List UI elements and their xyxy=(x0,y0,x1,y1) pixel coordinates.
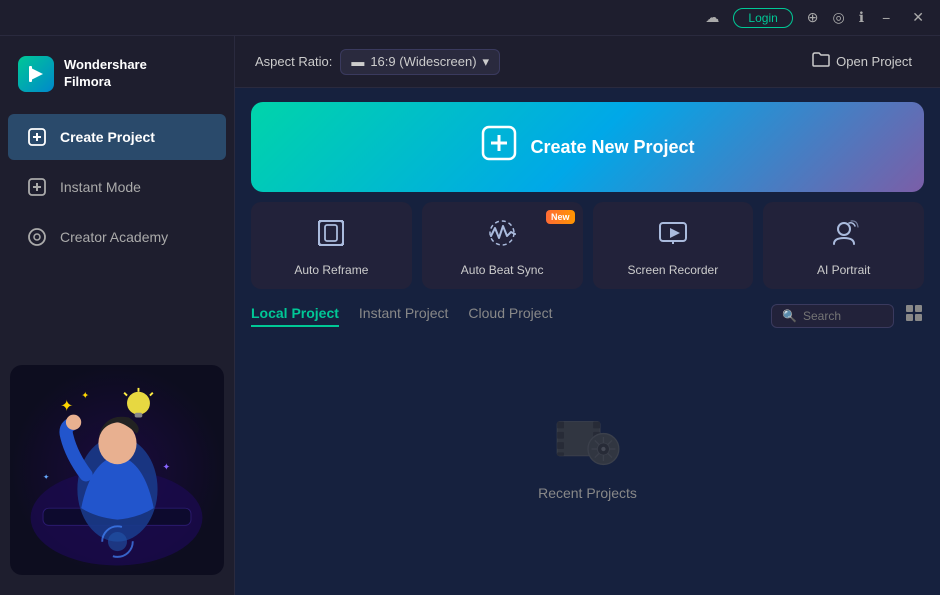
screen-recorder-icon xyxy=(658,218,688,255)
sidebar: Wondershare Filmora Create Project xyxy=(0,36,235,595)
tabs-list: Local Project Instant Project Cloud Proj… xyxy=(251,305,552,327)
content-area: Aspect Ratio: ▬ 16:9 (Widescreen) ▾ Open… xyxy=(235,36,940,595)
ai-portrait-icon xyxy=(829,218,859,255)
chevron-down-icon: ▾ xyxy=(483,54,490,70)
creator-academy-icon xyxy=(26,226,48,248)
illustration-background: ✦ ✦ ✦ ✦ xyxy=(10,365,224,575)
sidebar-illustration: ✦ ✦ ✦ ✦ xyxy=(0,355,234,585)
create-project-banner-icon xyxy=(480,124,518,170)
titlebar-icons: ☁ Login ⊕ ◎ ℹ − ✕ xyxy=(705,7,928,28)
feature-card-ai-portrait[interactable]: AI Portrait xyxy=(763,202,924,289)
feature-card-screen-recorder[interactable]: Screen Recorder xyxy=(593,202,754,289)
sidebar-item-instant-mode[interactable]: Instant Mode xyxy=(8,164,226,210)
empty-state: Recent Projects xyxy=(251,338,924,595)
recent-projects-label: Recent Projects xyxy=(538,485,637,501)
tabs-header: Local Project Instant Project Cloud Proj… xyxy=(251,303,924,328)
feature-cards: Auto Reframe New Auto Beat Sync xyxy=(251,202,924,289)
aspect-ratio-dropdown[interactable]: ▬ 16:9 (Widescreen) ▾ xyxy=(340,49,500,75)
sidebar-item-label-academy: Creator Academy xyxy=(60,229,168,245)
login-button[interactable]: Login xyxy=(733,8,792,28)
aspect-ratio-label: Aspect Ratio: xyxy=(255,54,332,69)
sidebar-item-creator-academy[interactable]: Creator Academy xyxy=(8,214,226,260)
ai-portrait-label: AI Portrait xyxy=(817,263,870,277)
create-new-project-banner[interactable]: Create New Project xyxy=(251,102,924,192)
sidebar-item-label-instant: Instant Mode xyxy=(60,179,141,195)
content-topbar: Aspect Ratio: ▬ 16:9 (Widescreen) ▾ Open… xyxy=(235,36,940,88)
folder-icon xyxy=(812,52,830,71)
auto-beat-sync-label: Auto Beat Sync xyxy=(461,263,544,277)
search-icon: 🔍 xyxy=(782,309,797,323)
tabs-section: Local Project Instant Project Cloud Proj… xyxy=(251,303,924,595)
headphone-icon[interactable]: ◎ xyxy=(833,9,845,26)
minimize-button[interactable]: − xyxy=(878,8,894,28)
sidebar-item-label-create: Create Project xyxy=(60,129,155,145)
app-logo-icon xyxy=(18,56,54,92)
upload-icon[interactable]: ⊕ xyxy=(807,9,819,26)
search-box[interactable]: 🔍 xyxy=(771,304,894,328)
auto-reframe-icon xyxy=(316,218,346,255)
feature-card-auto-reframe[interactable]: Auto Reframe xyxy=(251,202,412,289)
info-icon[interactable]: ℹ xyxy=(859,9,864,26)
sidebar-item-create-project[interactable]: Create Project xyxy=(8,114,226,160)
tab-instant-project[interactable]: Instant Project xyxy=(359,305,449,327)
aspect-ratio-selector: Aspect Ratio: ▬ 16:9 (Widescreen) ▾ xyxy=(255,49,500,75)
tab-local-project[interactable]: Local Project xyxy=(251,305,339,327)
cloud-icon[interactable]: ☁ xyxy=(705,9,719,26)
svg-text:✦: ✦ xyxy=(60,398,73,415)
grid-view-icon[interactable] xyxy=(904,303,924,328)
svg-text:✦: ✦ xyxy=(162,462,170,473)
open-project-button[interactable]: Open Project xyxy=(804,48,920,75)
auto-reframe-label: Auto Reframe xyxy=(294,263,368,277)
search-input[interactable] xyxy=(803,309,883,323)
create-new-project-label: Create New Project xyxy=(530,137,694,158)
screen-recorder-label: Screen Recorder xyxy=(628,263,719,277)
new-badge: New xyxy=(546,210,575,224)
auto-beat-sync-icon xyxy=(487,218,517,255)
titlebar: ☁ Login ⊕ ◎ ℹ − ✕ xyxy=(0,0,940,36)
monitor-icon: ▬ xyxy=(351,54,364,69)
logo-area: Wondershare Filmora xyxy=(0,46,234,112)
aspect-ratio-value: 16:9 (Widescreen) xyxy=(370,54,476,69)
svg-text:✦: ✦ xyxy=(43,473,50,482)
feature-card-auto-beat-sync[interactable]: New Auto Beat Sync xyxy=(422,202,583,289)
main-layout: Wondershare Filmora Create Project xyxy=(0,36,940,595)
svg-text:✦: ✦ xyxy=(81,390,89,401)
instant-mode-icon xyxy=(26,176,48,198)
tabs-right: 🔍 xyxy=(771,303,924,328)
create-project-icon xyxy=(26,126,48,148)
app-logo-text: Wondershare Filmora xyxy=(64,57,147,91)
tab-cloud-project[interactable]: Cloud Project xyxy=(468,305,552,327)
open-project-label: Open Project xyxy=(836,54,912,69)
close-button[interactable]: ✕ xyxy=(908,7,928,28)
film-reel-icon xyxy=(553,413,623,473)
